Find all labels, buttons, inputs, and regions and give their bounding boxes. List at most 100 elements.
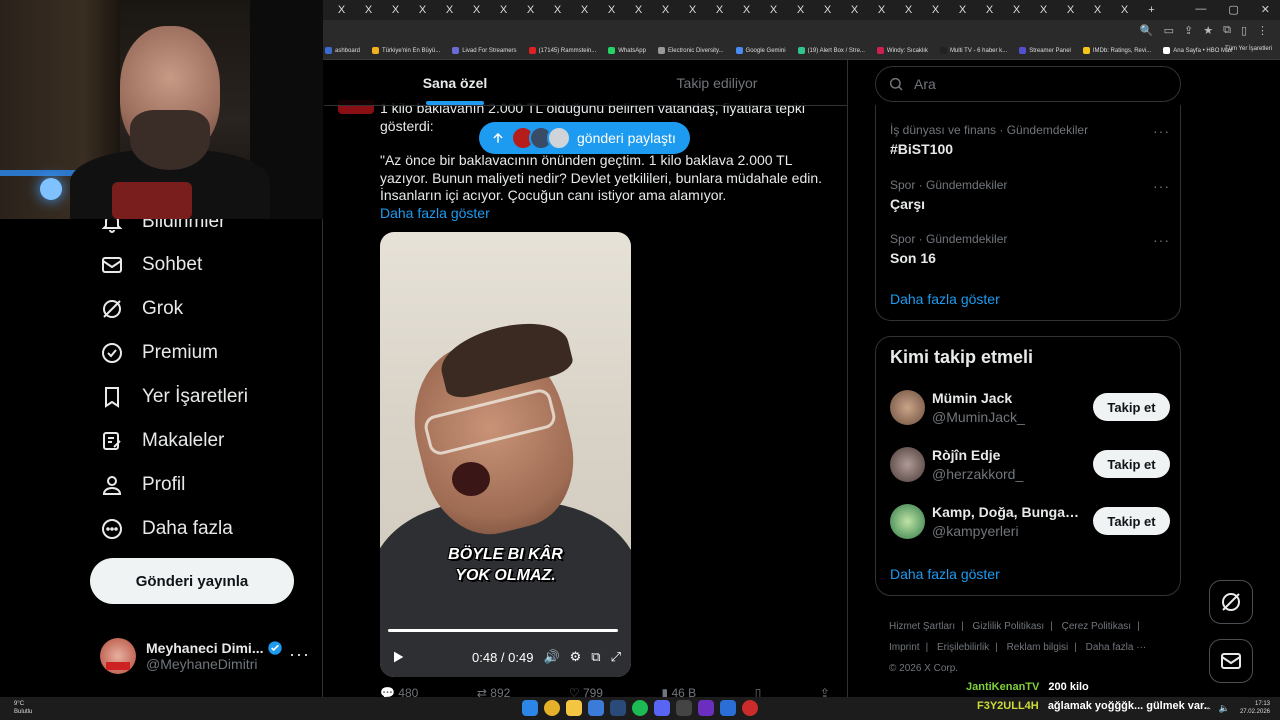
trend-item[interactable]: Spor · Gündemdekiler Son 16 ··· <box>890 232 1170 266</box>
video-player[interactable]: BÖYLE BI KÂR YOK OLMAZ. 0:48 / 0:49 🔊 ⚙ … <box>380 232 631 677</box>
nav-item-bookmarks[interactable]: Yer İşaretleri <box>100 385 248 409</box>
follow-suggestion[interactable]: Ròjîn Edje @herzakkord_ Takip et <box>890 447 1170 487</box>
browser-tab[interactable]: X <box>1062 4 1079 16</box>
account-switcher[interactable]: Meyhaneci Dimi... @MeyhaneDimitri ··· <box>100 636 310 676</box>
follow-suggestion[interactable]: Kamp, Doğa, Bungalo... @kampyerleri Taki… <box>890 504 1170 544</box>
like-button[interactable]: ♡ 799 <box>569 686 603 697</box>
obs-icon[interactable] <box>742 700 758 716</box>
bookmark-item[interactable]: Türkiye'nin En Büyü... <box>372 47 440 54</box>
extensions-icon[interactable]: ⧉ <box>1223 24 1231 37</box>
browser-tab[interactable]: X <box>927 4 944 16</box>
who-show-more[interactable]: Daha fazla göster <box>890 566 1000 582</box>
file-explorer-icon[interactable] <box>566 700 582 716</box>
search-input[interactable] <box>914 76 1164 92</box>
messages-fab[interactable] <box>1209 639 1253 683</box>
video-progress-bar[interactable] <box>388 629 619 632</box>
nav-item-grok[interactable]: Grok <box>100 297 183 321</box>
close-window-button[interactable]: ✕ <box>1261 3 1270 16</box>
footer-link[interactable]: Gizlilik Politikası <box>973 621 1045 632</box>
sidebar-icon[interactable]: ▯ <box>1241 24 1247 37</box>
cast-icon[interactable]: ▭ <box>1164 24 1174 37</box>
fullscreen-icon[interactable]: ⤢ <box>611 649 621 665</box>
footer-link[interactable]: Daha fazla ··· <box>1086 642 1147 653</box>
bookmark-item[interactable]: Streamer Panel <box>1019 47 1071 54</box>
bookmark-item[interactable]: Windy: Sıcaklık <box>876 47 928 54</box>
trend-more-icon[interactable]: ··· <box>1153 123 1170 139</box>
trends-show-more[interactable]: Daha fazla göster <box>890 291 1000 307</box>
star-icon[interactable]: ★ <box>1203 24 1213 37</box>
new-tab-button[interactable]: + <box>1143 4 1160 16</box>
trend-more-icon[interactable]: ··· <box>1153 178 1170 194</box>
browser-tab[interactable]: X <box>468 4 485 16</box>
share-icon[interactable]: ⇪ <box>1184 24 1193 37</box>
bookmark-item[interactable]: ashboard <box>325 47 360 54</box>
browser-tab[interactable]: X <box>738 4 755 16</box>
tab-following[interactable]: Takip ediliyor <box>586 60 847 105</box>
follow-button[interactable]: Takip et <box>1093 450 1170 478</box>
browser-tab[interactable]: X <box>846 4 863 16</box>
menu-icon[interactable]: ⋮ <box>1257 24 1268 37</box>
browser-tab[interactable]: X <box>954 4 971 16</box>
maximize-button[interactable]: ▢ <box>1228 3 1238 16</box>
spotify-icon[interactable] <box>632 700 648 716</box>
show-more-link[interactable]: Daha fazla göster <box>380 205 490 221</box>
browser-tab[interactable]: X <box>711 4 728 16</box>
footer-link[interactable]: Imprint <box>889 642 920 653</box>
tab-for-you[interactable]: Sana özel <box>324 60 586 105</box>
nav-item-premium[interactable]: Premium <box>100 341 218 365</box>
nav-item-more[interactable]: Daha fazla <box>100 517 233 541</box>
bookmark-item[interactable]: Ana Sayfa • HBO Max <box>1163 47 1232 54</box>
footer-link[interactable]: Hizmet Şartları <box>889 621 955 632</box>
trend-item[interactable]: Spor · Gündemdekiler Çarşı ··· <box>890 178 1170 212</box>
follow-button[interactable]: Takip et <box>1093 507 1170 535</box>
clock[interactable]: 17:13 27.02.2026 <box>1240 700 1270 716</box>
browser-tab[interactable]: X <box>360 4 377 16</box>
search-box[interactable] <box>875 66 1181 102</box>
browser-tab[interactable]: X <box>603 4 620 16</box>
volume-icon[interactable]: 🔈 <box>1219 703 1230 714</box>
follow-button[interactable]: Takip et <box>1093 393 1170 421</box>
volume-icon[interactable]: 🔊 <box>543 649 559 665</box>
footer-link[interactable]: Çerez Politikası <box>1062 621 1131 632</box>
post-button[interactable]: Gönderi yayınla <box>90 558 294 604</box>
bookmark-tweet-button[interactable]: ▯ <box>755 686 762 697</box>
bookmark-item[interactable]: Electronic Diversity... <box>657 47 724 54</box>
browser-tab[interactable]: X <box>873 4 890 16</box>
nav-item-chat[interactable]: Sohbet <box>100 253 202 277</box>
repost-button[interactable]: ⇄ 892 <box>477 686 510 697</box>
steam-icon[interactable] <box>610 700 626 716</box>
reply-button[interactable]: 💬 480 <box>380 686 418 697</box>
discord-icon[interactable] <box>654 700 670 716</box>
bookmark-item[interactable]: Livad For Streamers <box>452 47 517 54</box>
browser-tab[interactable]: X <box>819 4 836 16</box>
browser-tab[interactable]: X <box>900 4 917 16</box>
footer-link[interactable]: Erişilebilirlik <box>937 642 989 653</box>
browser-tab[interactable]: X <box>522 4 539 16</box>
browser-tab[interactable]: X <box>576 4 593 16</box>
account-more-icon[interactable]: ··· <box>289 644 310 665</box>
browser-tab[interactable]: X <box>414 4 431 16</box>
windows-start-icon[interactable] <box>522 700 538 716</box>
bookmark-item[interactable]: Multi TV - 6 haber k... <box>939 47 1007 54</box>
browser-tab[interactable]: X <box>387 4 404 16</box>
browser-tab[interactable]: X <box>495 4 512 16</box>
browser-tab[interactable]: X <box>792 4 809 16</box>
app-icon[interactable] <box>720 700 736 716</box>
trend-item[interactable]: İş dünyası ve finans · Gündemdekiler #Bi… <box>890 123 1170 157</box>
browser-tab[interactable]: X <box>981 4 998 16</box>
minimize-button[interactable]: — <box>1195 3 1206 16</box>
chrome-icon[interactable] <box>544 700 560 716</box>
footer-link[interactable]: Reklam bilgisi <box>1007 642 1069 653</box>
browser-tab[interactable]: X <box>441 4 458 16</box>
share-tweet-button[interactable]: ⇪ <box>820 686 830 697</box>
browser-tab[interactable]: X <box>684 4 701 16</box>
browser-tab[interactable]: X <box>1035 4 1052 16</box>
app-icon[interactable] <box>588 700 604 716</box>
app-icon[interactable] <box>676 700 692 716</box>
bookmark-item[interactable]: WhatsApp <box>608 47 646 54</box>
browser-tab[interactable]: X <box>1089 4 1106 16</box>
play-icon[interactable] <box>390 649 406 665</box>
trend-more-icon[interactable]: ··· <box>1153 232 1170 248</box>
browser-tab[interactable]: X <box>549 4 566 16</box>
app-icon[interactable] <box>698 700 714 716</box>
